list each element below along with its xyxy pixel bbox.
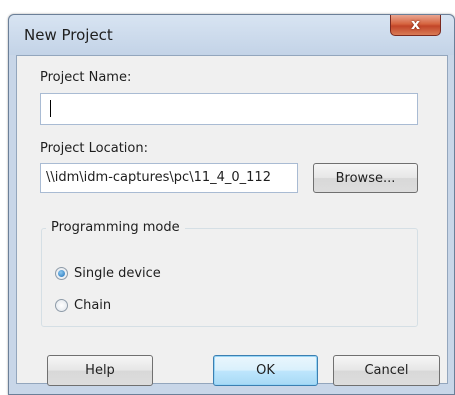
radio-single-device-label: Single device [74, 266, 161, 281]
radio-selected-icon[interactable] [55, 267, 68, 280]
cancel-button[interactable]: Cancel [333, 355, 440, 386]
ok-button[interactable]: OK [213, 355, 318, 386]
browse-button[interactable]: Browse... [313, 163, 418, 193]
project-location-input[interactable]: \\idm\idm-captures\pc\11_4_0_112 [40, 163, 298, 193]
close-button[interactable]: x [390, 15, 441, 36]
text-caret [50, 100, 51, 117]
help-button[interactable]: Help [47, 355, 153, 386]
radio-chain-label: Chain [74, 298, 112, 313]
close-icon: x [410, 17, 421, 33]
new-project-dialog: New Project x Project Name: Project Loca… [8, 14, 455, 395]
window-title: New Project [24, 26, 113, 44]
dialog-body: Project Name: Project Location: \\idm\id… [16, 55, 448, 386]
programming-mode-legend: Programming mode [46, 220, 185, 235]
project-name-label: Project Name: [40, 70, 132, 85]
project-name-input[interactable] [40, 93, 418, 125]
title-bar[interactable]: New Project x [9, 15, 454, 55]
radio-chain[interactable]: Chain [55, 298, 111, 313]
radio-unselected-icon[interactable] [55, 299, 68, 312]
project-location-label: Project Location: [40, 141, 148, 156]
radio-single-device[interactable]: Single device [55, 266, 161, 281]
